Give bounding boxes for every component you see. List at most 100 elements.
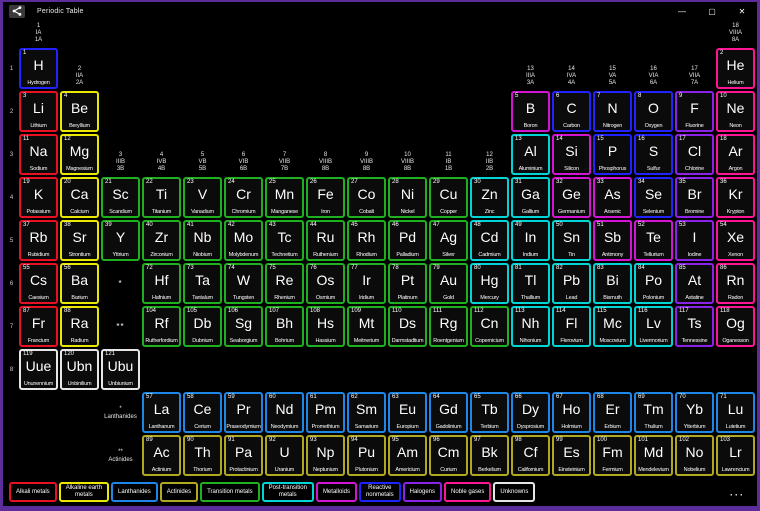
element-tile-k[interactable]: 19KPotassium [19, 177, 58, 218]
element-tile-lu[interactable]: 71LuLutetium [716, 392, 755, 433]
element-tile-rg[interactable]: 111RgRoentgenium [429, 306, 468, 347]
element-tile-bi[interactable]: 83BiBismuth [593, 263, 632, 304]
element-tile-cm[interactable]: 96CmCurium [429, 435, 468, 476]
element-tile-ne[interactable]: 10NeNeon [716, 91, 755, 132]
element-tile-ag[interactable]: 47AgSilver [429, 220, 468, 261]
element-tile-tl[interactable]: 81TlThallium [511, 263, 550, 304]
element-tile-ba[interactable]: 56BaBarium [60, 263, 99, 304]
element-tile-xe[interactable]: 54XeXenon [716, 220, 755, 261]
more-button[interactable]: ··· [730, 492, 745, 498]
legend-chip-halogen[interactable]: Halogens [403, 482, 442, 502]
element-tile-ts[interactable]: 117TsTennessine [675, 306, 714, 347]
element-tile-cf[interactable]: 98CfCalifornium [511, 435, 550, 476]
element-tile-zr[interactable]: 40ZrZirconium [142, 220, 181, 261]
element-tile-he[interactable]: 2HeHelium [716, 48, 755, 89]
legend-chip-actinide[interactable]: Actinides [160, 482, 198, 502]
element-tile-be[interactable]: 4BeBeryllium [60, 91, 99, 132]
legend-chip-reactive[interactable]: Reactive nonmetals [359, 482, 401, 502]
element-tile-os[interactable]: 76OsOsmium [306, 263, 345, 304]
element-tile-mn[interactable]: 25MnManganese [265, 177, 304, 218]
element-tile-sm[interactable]: 62SmSamarium [347, 392, 386, 433]
element-tile-cr[interactable]: 24CrChromium [224, 177, 263, 218]
element-tile-pr[interactable]: 59PrPraseodymium [224, 392, 263, 433]
element-tile-al[interactable]: 13AlAluminium [511, 134, 550, 175]
legend-chip-lanthanide[interactable]: Lanthanides [111, 482, 158, 502]
element-tile-ga[interactable]: 31GaGallium [511, 177, 550, 218]
element-tile-nb[interactable]: 41NbNiobium [183, 220, 222, 261]
element-tile-eu[interactable]: 63EuEuropium [388, 392, 427, 433]
element-tile-na[interactable]: 11NaSodium [19, 134, 58, 175]
element-tile-as[interactable]: 33AsArsenic [593, 177, 632, 218]
element-tile-tb[interactable]: 65TbTerbium [470, 392, 509, 433]
element-tile-b[interactable]: 5BBoron [511, 91, 550, 132]
element-tile-cl[interactable]: 17ClChlorine [675, 134, 714, 175]
element-tile-c[interactable]: 6CCarbon [552, 91, 591, 132]
element-tile-nd[interactable]: 60NdNeodymium [265, 392, 304, 433]
element-tile-h[interactable]: 1HHydrogen [19, 48, 58, 89]
element-tile-ca[interactable]: 20CaCalcium [60, 177, 99, 218]
element-tile-rh[interactable]: 45RhRhodium [347, 220, 386, 261]
element-tile-n[interactable]: 7NNitrogen [593, 91, 632, 132]
element-tile-rb[interactable]: 37RbRubidium [19, 220, 58, 261]
element-tile-re[interactable]: 75ReRhenium [265, 263, 304, 304]
element-tile-u[interactable]: 92UUranium [265, 435, 304, 476]
element-tile-o[interactable]: 8OOxygen [634, 91, 673, 132]
element-tile-kr[interactable]: 36KrKrypton [716, 177, 755, 218]
legend-chip-alkali[interactable]: Alkali metals [9, 482, 57, 502]
element-tile-ds[interactable]: 110DsDarmstadtium [388, 306, 427, 347]
element-tile-hg[interactable]: 80HgMercury [470, 263, 509, 304]
element-tile-rf[interactable]: 104RfRutherfordium [142, 306, 181, 347]
share-button[interactable] [9, 5, 25, 18]
element-tile-te[interactable]: 52TeTellurium [634, 220, 673, 261]
element-tile-au[interactable]: 79AuGold [429, 263, 468, 304]
element-tile-pa[interactable]: 91PaProtactinium [224, 435, 263, 476]
element-tile-pb[interactable]: 82PbLead [552, 263, 591, 304]
element-tile-es[interactable]: 99EsEinsteinium [552, 435, 591, 476]
element-tile-cn[interactable]: 112CnCopernicium [470, 306, 509, 347]
element-tile-rn[interactable]: 86RnRadon [716, 263, 755, 304]
element-tile-s[interactable]: 16SSulfur [634, 134, 673, 175]
element-tile-mg[interactable]: 12MgMagnesium [60, 134, 99, 175]
element-tile-pm[interactable]: 61PmPromethium [306, 392, 345, 433]
element-tile-cd[interactable]: 48CdCadmium [470, 220, 509, 261]
element-tile-hf[interactable]: 72HfHafnium [142, 263, 181, 304]
element-tile-tm[interactable]: 69TmThulium [634, 392, 673, 433]
element-tile-pt[interactable]: 78PtPlatinum [388, 263, 427, 304]
element-tile-in[interactable]: 49InIndium [511, 220, 550, 261]
element-tile-nh[interactable]: 113NhNihonium [511, 306, 550, 347]
element-tile-pu[interactable]: 94PuPlutonium [347, 435, 386, 476]
element-tile-np[interactable]: 93NpNeptunium [306, 435, 345, 476]
element-tile-i[interactable]: 53IIodine [675, 220, 714, 261]
legend-chip-unknown[interactable]: Unknowns [493, 482, 535, 502]
element-tile-po[interactable]: 84PoPolonium [634, 263, 673, 304]
element-tile-cs[interactable]: 55CsCaesium [19, 263, 58, 304]
element-tile-p[interactable]: 15PPhosphorus [593, 134, 632, 175]
element-tile-ac[interactable]: 89AcActinium [142, 435, 181, 476]
legend-chip-post[interactable]: Post-transition metals [262, 482, 314, 502]
element-tile-sg[interactable]: 106SgSeaborgium [224, 306, 263, 347]
element-tile-th[interactable]: 90ThThorium [183, 435, 222, 476]
element-tile-tc[interactable]: 43TcTechnetium [265, 220, 304, 261]
element-tile-hs[interactable]: 108HsHassium [306, 306, 345, 347]
element-tile-zn[interactable]: 30ZnZinc [470, 177, 509, 218]
element-tile-ce[interactable]: 58CeCerium [183, 392, 222, 433]
legend-chip-alkaline[interactable]: Alkaline earth metals [59, 482, 109, 502]
element-tile-y[interactable]: 39YYttrium [101, 220, 140, 261]
element-tile-li[interactable]: 3LiLithium [19, 91, 58, 132]
element-tile-lv[interactable]: 116LvLivermorium [634, 306, 673, 347]
element-tile-mo[interactable]: 42MoMolybdenum [224, 220, 263, 261]
element-tile-ho[interactable]: 67HoHolmium [552, 392, 591, 433]
legend-chip-noble[interactable]: Noble gases [444, 482, 491, 502]
element-tile-w[interactable]: 74WTungsten [224, 263, 263, 304]
element-tile-la[interactable]: 57LaLanthanum [142, 392, 181, 433]
element-tile-br[interactable]: 35BrBromine [675, 177, 714, 218]
element-tile-f[interactable]: 9FFluorine [675, 91, 714, 132]
element-tile-ta[interactable]: 73TaTantalum [183, 263, 222, 304]
element-tile-am[interactable]: 95AmAmericium [388, 435, 427, 476]
element-tile-cu[interactable]: 29CuCopper [429, 177, 468, 218]
element-tile-se[interactable]: 34SeSelenium [634, 177, 673, 218]
element-tile-uue[interactable]: 119UueUnunennium [19, 349, 58, 390]
element-tile-ir[interactable]: 77IrIridium [347, 263, 386, 304]
element-tile-fe[interactable]: 26FeIron [306, 177, 345, 218]
element-tile-bh[interactable]: 107BhBohrium [265, 306, 304, 347]
